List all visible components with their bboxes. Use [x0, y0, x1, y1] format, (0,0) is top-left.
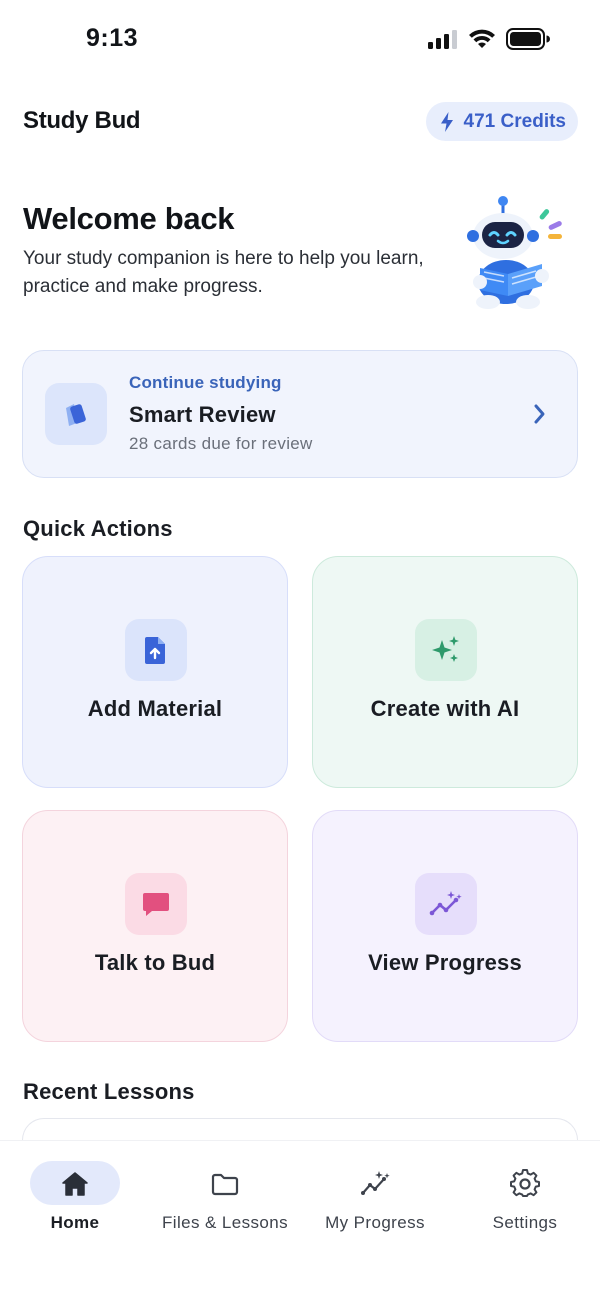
chat-bubble-icon [143, 893, 169, 916]
chevron-right-icon [534, 404, 545, 424]
create-with-ai-icon-tile [415, 619, 477, 681]
home-icon [62, 1172, 88, 1196]
cellular-signal-icon [428, 30, 457, 49]
nav-my-progress[interactable]: My Progress [300, 1161, 450, 1241]
status-bar: 9:13 [0, 0, 600, 80]
gear-icon [510, 1169, 540, 1197]
create-with-ai-label: Create with AI [370, 696, 520, 721]
wifi-icon [469, 29, 495, 48]
nav-settings-label: Settings [492, 1213, 558, 1232]
continue-title: Smart Review [129, 402, 276, 427]
talk-to-bud-label: Talk to Bud [94, 950, 216, 975]
continue-icon-tile [45, 383, 107, 445]
nav-home[interactable]: Home [0, 1161, 150, 1241]
view-progress-button[interactable]: View Progress [312, 810, 578, 1042]
talk-to-bud-icon-tile [125, 873, 187, 935]
sparkles-icon [432, 636, 459, 662]
view-progress-label: View Progress [368, 950, 522, 975]
nav-files-lessons-label: Files & Lessons [162, 1213, 288, 1232]
flashcards-icon [66, 404, 86, 426]
nav-home-label: Home [50, 1213, 100, 1232]
nav-settings[interactable]: Settings [450, 1161, 600, 1241]
add-material-icon-tile [125, 619, 187, 681]
upload-file-icon [145, 637, 165, 664]
status-icons [428, 28, 550, 50]
nav-my-progress-label: My Progress [325, 1213, 425, 1232]
bolt-icon [440, 111, 453, 132]
nav-files-lessons[interactable]: Files & Lessons [150, 1161, 300, 1241]
continue-subtitle: 28 cards due for review [129, 434, 313, 453]
add-material-label: Add Material [87, 696, 223, 721]
progress-chart-icon [361, 1171, 390, 1195]
welcome-subtitle: Your study companion is here to help you… [23, 248, 424, 297]
recent-lessons-title: Recent Lessons [23, 1079, 195, 1104]
talk-to-bud-button[interactable]: Talk to Bud [22, 810, 288, 1042]
app-title: Study Bud [23, 107, 141, 134]
bottom-nav: Home Files & Lessons My Progress Setting… [0, 1140, 600, 1299]
welcome-title: Welcome back [23, 201, 235, 236]
progress-chart-icon [429, 891, 462, 916]
add-material-button[interactable]: Add Material [22, 556, 288, 788]
status-time: 9:13 [86, 24, 139, 52]
folder-icon [211, 1173, 239, 1196]
battery-icon [506, 28, 550, 50]
robot-mascot-image [467, 196, 562, 309]
continue-studying-card[interactable]: Continue studying Smart Review 28 cards … [22, 350, 578, 478]
quick-actions-title: Quick Actions [23, 516, 173, 541]
create-with-ai-button[interactable]: Create with AI [312, 556, 578, 788]
credits-badge[interactable]: 471 Credits [425, 102, 578, 141]
view-progress-icon-tile [415, 873, 477, 935]
continue-eyebrow: Continue studying [129, 373, 282, 392]
credits-label: 471 Credits [463, 110, 566, 132]
